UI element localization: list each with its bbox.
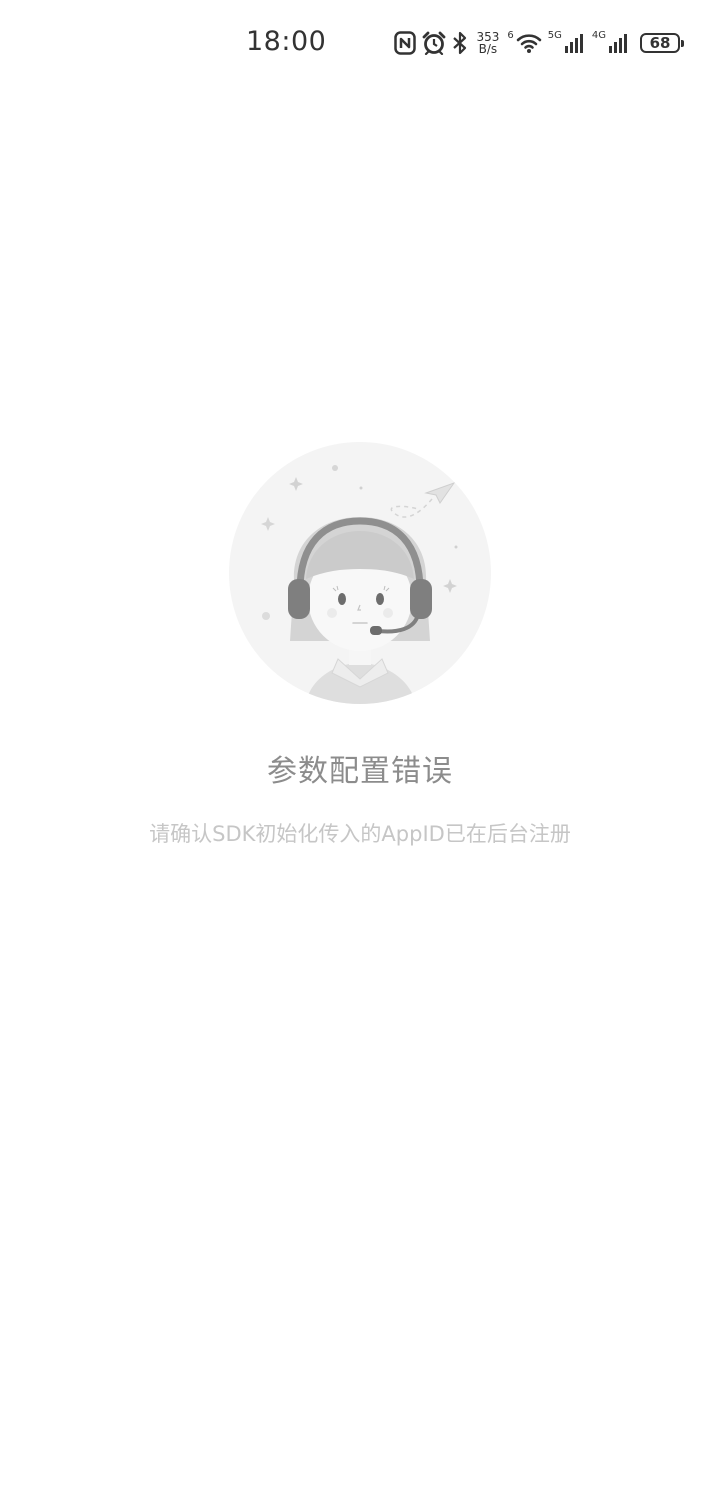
error-description: 请确认SDK初始化传入的AppID已在后台注册 xyxy=(149,822,571,846)
status-bar: 18:00 353 B/s 6 5G 4G 68 xyxy=(0,0,720,84)
wifi-icon xyxy=(516,32,542,54)
net-speed: 353 B/s xyxy=(476,31,499,55)
bluetooth-icon xyxy=(452,31,468,55)
status-time: 18:00 xyxy=(246,26,327,57)
error-title: 参数配置错误 xyxy=(267,754,453,789)
signal-icon xyxy=(564,32,586,54)
screen: 18:00 353 B/s 6 5G 4G 68 参数配置错误 请确认SDK初始… xyxy=(0,0,720,1485)
signal1-label: 5G xyxy=(547,29,562,41)
battery-icon: 68 xyxy=(640,33,684,53)
wifi-label: 6 xyxy=(507,29,514,41)
signal-icon-2 xyxy=(608,32,630,54)
net-speed-unit: B/s xyxy=(478,42,498,56)
signal2-label: 4G xyxy=(591,29,606,41)
customer-service-illustration xyxy=(228,441,492,705)
battery-level: 68 xyxy=(649,34,671,52)
status-icons: 353 B/s 6 5G 4G 68 xyxy=(394,28,684,58)
nfc-icon xyxy=(394,31,417,55)
alarm-icon xyxy=(422,31,446,55)
